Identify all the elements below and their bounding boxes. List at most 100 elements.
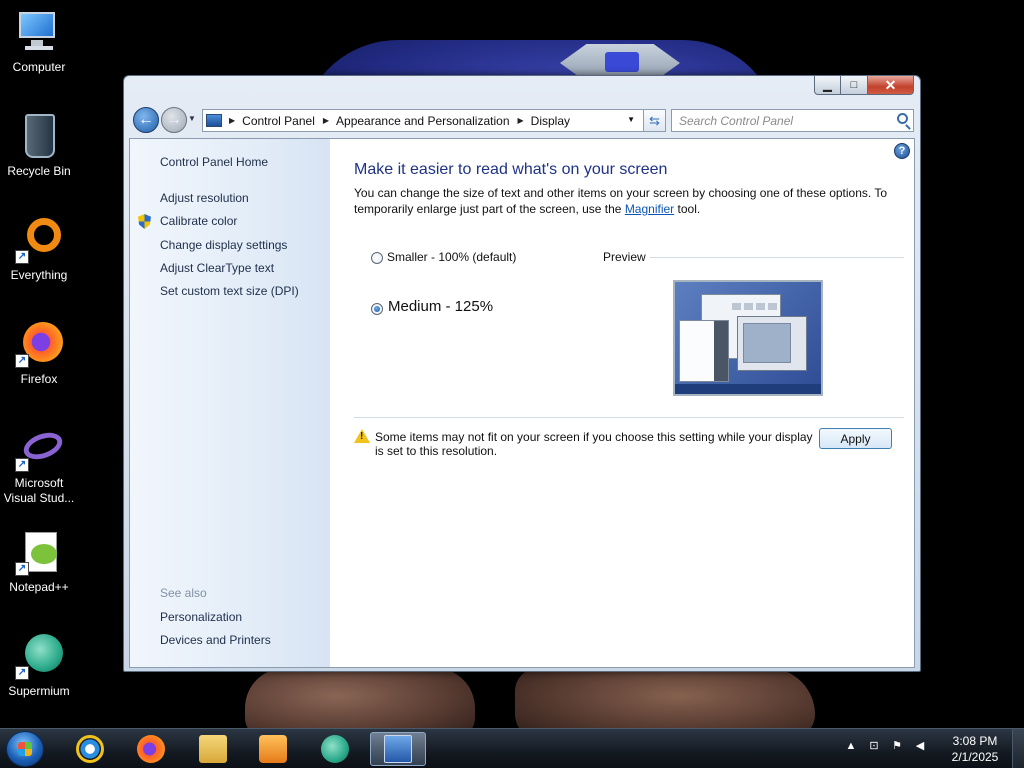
display-window: ▁ □ ✕ ← → ▼ ▶ Control Panel ▶ Appearance… [123,75,921,672]
desktop-icon-computer[interactable]: Computer [2,8,76,75]
back-button[interactable]: ← [133,107,159,133]
sidebar-link-devices-printers[interactable]: Devices and Printers [160,633,271,647]
radio-smaller[interactable] [371,252,383,264]
shortcut-arrow-icon: ↗ [15,354,29,368]
arrow-left-icon: ← [138,111,154,128]
taskbar-firefox[interactable] [123,732,179,766]
clock-time: 3:08 PM [952,734,998,748]
desktop-icon-recycle-bin[interactable]: Recycle Bin [2,112,76,179]
sidebar-link-control-panel-home[interactable]: Control Panel Home [160,155,268,169]
page-description: You can change the size of text and othe… [354,185,894,217]
radio-medium-label[interactable]: Medium - 125% [388,298,493,315]
taskbar: ▲ ⊡ ⚑ ◀ 3:08 PM 2/1/2025 [0,728,1024,768]
forward-button[interactable]: → [161,107,187,133]
action-center-flag-icon[interactable]: ⚑ [890,739,904,753]
breadcrumb-appearance[interactable]: Appearance and Personalization [336,114,509,128]
notepadpp-icon: ↗ [15,528,63,576]
taskbar-file-explorer[interactable] [185,732,241,766]
warning-text: Some items may not fit on your screen if… [375,430,813,458]
taskbar-internet-explorer[interactable] [62,732,118,766]
refresh-icon: ⇆ [649,112,660,128]
description-text-end: tool. [674,202,701,216]
wallpaper-badge-emblem [605,52,639,72]
sidebar-link-custom-dpi[interactable]: Set custom text size (DPI) [160,284,299,298]
search-input[interactable]: Search Control Panel [671,109,914,132]
desktop-icon-visual-studio[interactable]: ↗ Microsoft Visual Stud... [2,424,76,506]
close-button[interactable]: ✕ [868,76,914,95]
supermium-icon [321,735,349,763]
desktop-icon-label: Everything [10,268,68,282]
address-bar[interactable]: ▶ Control Panel ▶ Appearance and Persona… [202,109,666,132]
sidebar-link-personalization[interactable]: Personalization [160,610,242,624]
taskbar-display-control-panel[interactable] [370,732,426,766]
desktop-icon-supermium[interactable]: ↗ Supermium [2,632,76,699]
shortcut-arrow-icon: ↗ [15,250,29,264]
preview-taskbar [675,384,821,394]
shortcut-arrow-icon: ↗ [15,562,29,576]
sidebar-link-adjust-cleartype[interactable]: Adjust ClearType text [160,261,274,275]
address-dropdown-icon[interactable]: ▼ [627,115,635,124]
client-area: Control Panel Home Adjust resolution Cal… [129,138,915,668]
desktop-icon-firefox[interactable]: ↗ Firefox [2,320,76,387]
chevron-right-icon[interactable]: ▶ [518,116,524,125]
arrow-right-icon: → [166,111,182,128]
desktop-icon-label: Notepad++ [9,580,69,594]
network-icon[interactable]: ⊡ [867,739,881,753]
search-icon[interactable] [897,113,908,124]
chevron-right-icon[interactable]: ▶ [229,116,235,125]
desktop-icon-everything[interactable]: ↗ Everything [2,216,76,283]
sidebar-link-change-display-settings[interactable]: Change display settings [160,238,287,252]
desktop-icon-label: Supermium [8,684,70,698]
preview-divider [650,257,904,258]
preview-label: Preview [603,250,646,264]
help-icon[interactable]: ? [894,143,910,159]
page-title: Make it easier to read what's on your sc… [354,161,668,178]
desktop-icon-label: Computer [12,60,66,74]
desktop-icon-notepadpp[interactable]: ↗ Notepad++ [2,528,76,595]
breadcrumb-control-panel[interactable]: Control Panel [242,114,315,128]
shield-icon [138,214,151,229]
maximize-button[interactable]: □ [841,76,868,95]
show-desktop-button[interactable] [1012,729,1024,768]
radio-smaller-label[interactable]: Smaller - 100% (default) [387,250,516,264]
visual-studio-icon: ↗ [15,424,66,472]
computer-icon [15,8,63,56]
see-also-heading: See also [160,586,207,600]
clock-date: 2/1/2025 [951,750,999,764]
warning-mark: ! [360,431,364,442]
firefox-icon [137,735,165,763]
file-explorer-icon [199,735,227,763]
preview-window-front [737,316,807,371]
sidebar-link-calibrate-color[interactable]: Calibrate color [160,214,237,228]
caption-buttons: ▁ □ ✕ [814,76,914,95]
description-text: You can change the size of text and othe… [354,186,888,216]
firefox-icon: ↗ [15,320,63,368]
clock[interactable]: 3:08 PM 2/1/2025 [945,733,1005,765]
preview-image [673,280,823,396]
everything-icon: ↗ [15,216,63,264]
desktop-icon-label: Recycle Bin [7,164,71,178]
internet-explorer-icon [76,735,104,763]
minimize-button[interactable]: ▁ [814,76,841,95]
chevron-right-icon[interactable]: ▶ [323,116,329,125]
shortcut-arrow-icon: ↗ [15,458,29,472]
apply-button[interactable]: Apply [819,428,892,449]
taskbar-supermium[interactable] [307,732,363,766]
shortcut-arrow-icon: ↗ [15,666,29,680]
show-hidden-icons-icon[interactable]: ▲ [844,739,858,753]
preview-window-left [679,320,729,382]
breadcrumb-display[interactable]: Display [531,114,570,128]
start-button[interactable] [6,731,44,767]
sidebar-link-adjust-resolution[interactable]: Adjust resolution [160,191,249,205]
magnifier-link[interactable]: Magnifier [625,202,674,216]
recent-pages-dropdown[interactable]: ▼ [188,114,196,123]
refresh-button[interactable]: ⇆ [643,109,666,132]
volume-muted-icon[interactable]: ◀ [913,739,927,753]
desktop-icon-label: Microsoft Visual Stud... [3,476,75,505]
supermium-icon: ↗ [15,632,63,680]
taskbar-media-player[interactable] [245,732,301,766]
system-tray: ▲ ⊡ ⚑ ◀ [844,739,927,753]
desktop-icon-label: Firefox [20,372,58,386]
radio-medium[interactable] [371,303,383,315]
control-panel-icon [206,114,222,127]
